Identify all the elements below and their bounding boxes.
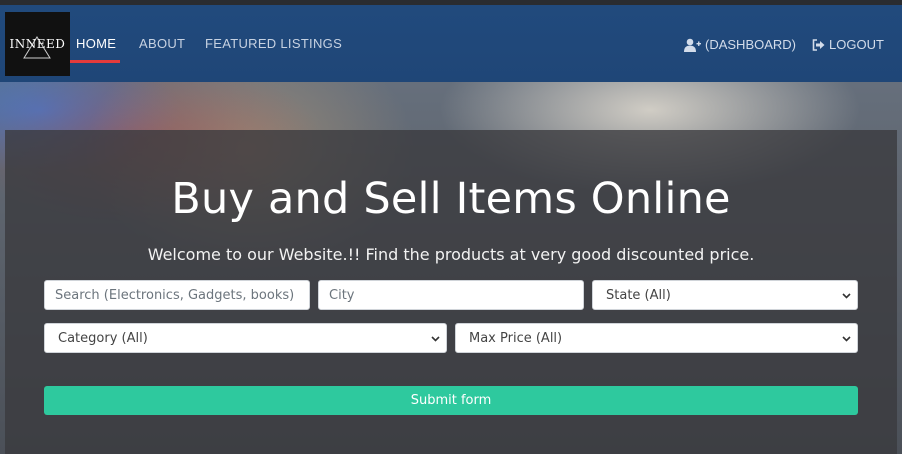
category-value: Category (All) [58, 330, 148, 346]
logout-link[interactable]: LOGOUT [812, 37, 884, 52]
logo-text: INNEED [9, 37, 66, 51]
nav-active-indicator [70, 60, 120, 63]
max-price-select[interactable]: Max Price (All) [455, 323, 858, 353]
search-input[interactable]: Search (Electronics, Gadgets, books) [44, 280, 310, 310]
chevron-down-icon [842, 293, 851, 299]
navbar: INNEED HOME ABOUT FEATURED LISTINGS (DAS… [0, 5, 902, 82]
dashboard-link[interactable]: (DASHBOARD) [684, 37, 796, 52]
hero-subtitle: Welcome to our Website.!! Find the produ… [147, 245, 755, 264]
logout-label: LOGOUT [829, 37, 884, 52]
nav-about[interactable]: ABOUT [139, 36, 185, 51]
dashboard-label: (DASHBOARD) [705, 37, 797, 52]
city-input[interactable]: City [318, 280, 584, 310]
search-placeholder: Search (Electronics, Gadgets, books) [55, 287, 295, 303]
hero-title: Buy and Sell Items Online [171, 174, 731, 224]
category-select[interactable]: Category (All) [44, 323, 447, 353]
nav-home[interactable]: HOME [76, 36, 116, 51]
state-value: State (All) [606, 287, 671, 303]
sign-out-icon [812, 38, 825, 51]
submit-button[interactable]: Submit form [44, 386, 858, 415]
chevron-down-icon [842, 336, 851, 342]
logo[interactable]: INNEED [5, 12, 70, 76]
state-select[interactable]: State (All) [592, 280, 858, 310]
chevron-down-icon [431, 336, 440, 342]
city-placeholder: City [329, 287, 355, 303]
user-plus-icon [684, 38, 701, 52]
nav-featured-listings[interactable]: FEATURED LISTINGS [205, 36, 342, 51]
max-price-value: Max Price (All) [469, 330, 563, 346]
